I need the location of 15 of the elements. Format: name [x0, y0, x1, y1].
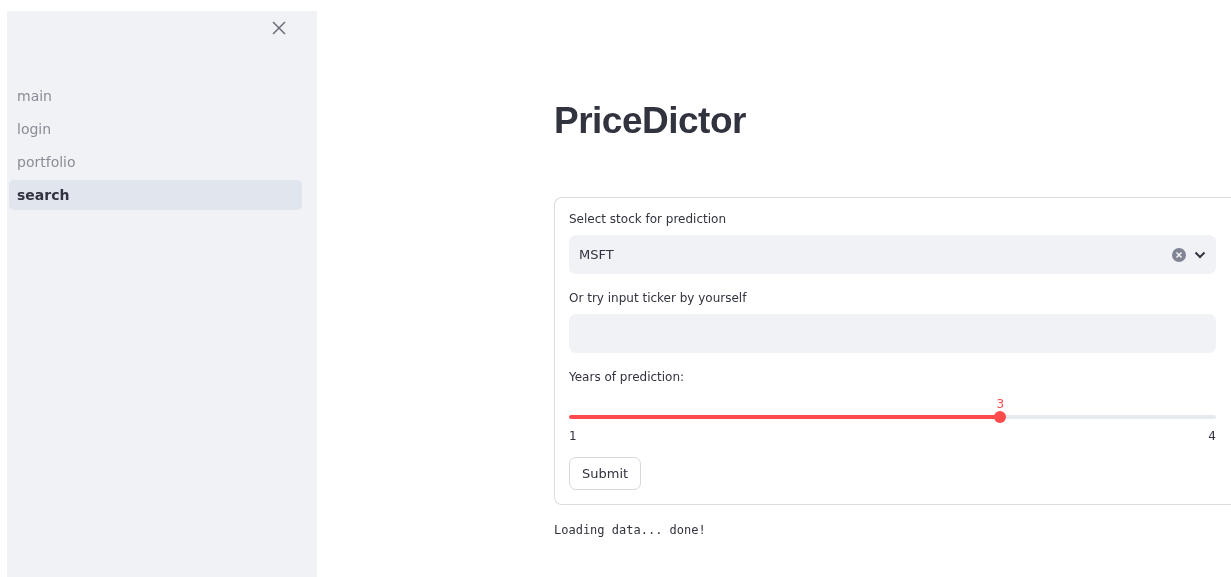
slider-thumb[interactable]	[994, 411, 1007, 423]
submit-button[interactable]: Submit	[569, 457, 642, 490]
close-icon[interactable]	[272, 21, 286, 35]
field-label: Years of prediction:	[569, 370, 686, 384]
clear-icon[interactable]	[1172, 247, 1186, 262]
field-label: Select stock for prediction	[569, 212, 727, 226]
sidebar-item[interactable]: search	[9, 180, 302, 210]
slider-min: 1	[569, 429, 577, 443]
stock-select[interactable]: MSFT	[569, 235, 1216, 274]
page-title: PriceDictor	[554, 100, 747, 142]
field-label: Or try input ticker by yourself	[569, 291, 748, 305]
slider-value: 3	[996, 397, 1005, 411]
slider-max: 4	[1208, 429, 1216, 443]
status-text: Loading data... done!	[554, 523, 707, 537]
chevron-down-icon[interactable]	[1194, 250, 1206, 259]
